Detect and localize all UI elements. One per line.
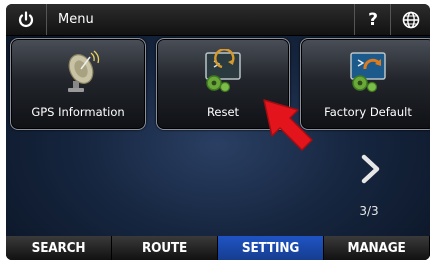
help-button[interactable]: ? [354,4,391,35]
bottom-tab-bar: SEARCH ROUTE SETTING MANAGE [6,236,430,260]
tab-manage[interactable]: MANAGE [324,236,430,260]
page-indicator: 3/3 [359,204,379,218]
top-bar: Menu ? [6,4,430,36]
globe-icon [402,11,420,28]
factory-default-icon [350,52,386,93]
language-button[interactable] [390,4,430,35]
gps-information-label: GPS Information [31,105,125,119]
power-button[interactable] [6,4,47,35]
power-icon [18,10,34,27]
factory-default-tile[interactable]: Factory Default [300,38,430,130]
chevron-right-icon [361,154,380,184]
tab-setting[interactable]: SETTING [218,236,324,260]
screen: Menu ? GPS Information Reset Factory Def… [0,0,434,263]
satellite-dish-icon [68,50,100,92]
tab-search[interactable]: SEARCH [6,236,112,260]
factory-default-label: Factory Default [324,105,412,119]
red-arrow-pointer-icon [263,99,313,151]
gps-information-tile[interactable]: GPS Information [10,38,146,130]
nav-device-screen: Menu ? GPS Information Reset Factory Def… [6,4,430,260]
page-title: Menu [58,12,94,27]
tab-route[interactable]: ROUTE [112,236,218,260]
next-page-button[interactable] [358,154,384,184]
reset-gears-icon [205,49,241,93]
